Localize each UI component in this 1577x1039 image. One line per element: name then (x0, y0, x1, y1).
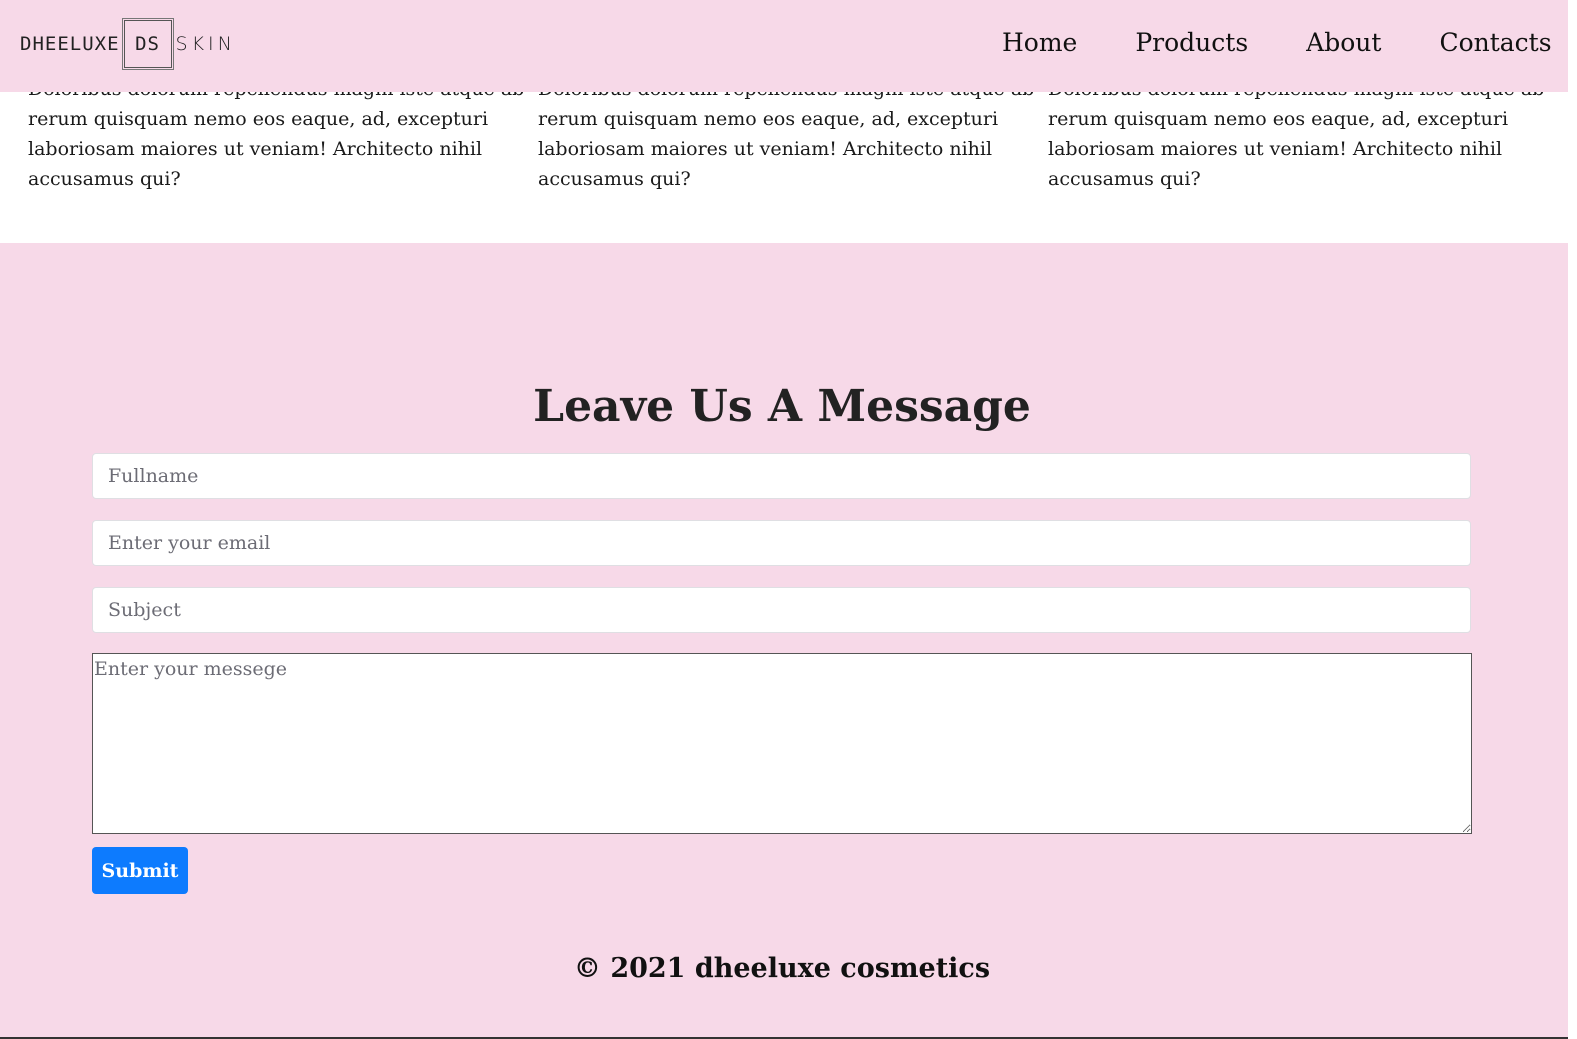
contact-section: Leave Us A Message Submit © 2021 dheelux… (0, 243, 1568, 1039)
article-line: accusamus qui? (1048, 168, 1201, 190)
main-nav: Home Products About Contacts (1002, 28, 1552, 57)
logo-text-right: SKIN (175, 33, 236, 55)
submit-button[interactable]: Submit (92, 847, 188, 894)
nav-about-link[interactable]: About (1306, 28, 1381, 57)
nav-products-link[interactable]: Products (1135, 28, 1248, 57)
page-edge-strip (1568, 0, 1577, 1039)
logo-text-left: DHEELUXE (20, 33, 120, 55)
article-line: laboriosam maiores ut veniam! Architecto… (538, 138, 993, 160)
article-line: laboriosam maiores ut veniam! Architecto… (28, 138, 483, 160)
nav-contacts-link[interactable]: Contacts (1439, 28, 1551, 57)
email-input[interactable] (92, 520, 1471, 566)
article-line: rerum quisquam nemo eos eaque, ad, excep… (538, 108, 999, 130)
logo-monogram-text: DS (135, 33, 160, 55)
article-line: accusamus qui? (538, 168, 691, 190)
article-text: Doloribus dolorum repellendus magni iste… (538, 74, 1033, 194)
article-text: Doloribus dolorum repellendus magni iste… (1048, 74, 1543, 194)
article-text: Doloribus dolorum repellendus magni iste… (28, 74, 523, 194)
subject-input[interactable] (92, 587, 1471, 633)
footer-copyright: © 2021 dheeluxe cosmetics (573, 953, 991, 984)
logo-monogram: DS (121, 18, 174, 70)
article-line: laboriosam maiores ut veniam! Architecto… (1048, 138, 1503, 160)
navbar: DHEELUXE DS SKIN Home Products About Con… (0, 0, 1568, 92)
contact-title: Leave Us A Message (533, 381, 1031, 432)
nav-home-link[interactable]: Home (1002, 28, 1077, 57)
message-textarea[interactable] (92, 653, 1472, 834)
article-line: rerum quisquam nemo eos eaque, ad, excep… (28, 108, 489, 130)
fullname-input[interactable] (92, 453, 1471, 499)
article-line: rerum quisquam nemo eos eaque, ad, excep… (1048, 108, 1509, 130)
brand-logo[interactable]: DHEELUXE DS SKIN (20, 18, 236, 70)
article-line: accusamus qui? (28, 168, 181, 190)
